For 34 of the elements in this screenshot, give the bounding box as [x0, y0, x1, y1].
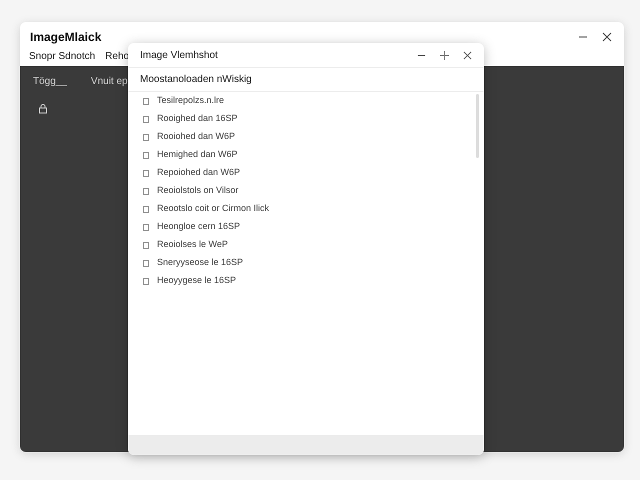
file-icon: [143, 224, 149, 230]
list-item[interactable]: Rooighed dan 16SP: [128, 110, 484, 128]
list-item[interactable]: Rooiohed dan W6P: [128, 128, 484, 146]
list-item[interactable]: Heongloe cern 16SP: [128, 218, 484, 236]
file-icon: [143, 98, 149, 104]
list-item[interactable]: Repoiohed dan W6P: [128, 164, 484, 182]
menu-item[interactable]: Snopr Sdnotch: [29, 48, 96, 64]
list-item[interactable]: Reoiolses le WeP: [128, 236, 484, 254]
file-icon: [143, 188, 149, 194]
close-icon[interactable]: [463, 50, 472, 60]
lock-icon[interactable]: [38, 103, 48, 114]
list-item[interactable]: Tesilrepolzs.n.lre: [128, 92, 484, 110]
list-item[interactable]: Sneryyseose le 16SP: [128, 254, 484, 272]
list-item[interactable]: Reoiolstols on Vilsor: [128, 182, 484, 200]
tab[interactable]: Tögg__: [33, 74, 67, 89]
file-icon: [143, 116, 149, 122]
file-icon: [143, 242, 149, 248]
file-icon: [143, 260, 149, 266]
file-icon: [143, 134, 149, 140]
file-icon: [143, 170, 149, 176]
file-icon: [143, 206, 149, 212]
list-item[interactable]: Hemighed dan W6P: [128, 146, 484, 164]
file-icon: [143, 152, 149, 158]
dialog-title: Image Vlemhshot: [140, 48, 218, 62]
move-icon[interactable]: [440, 50, 449, 60]
list-header: Moostanoloaden nWiskig: [140, 73, 252, 87]
tab[interactable]: Vnuit ep: [90, 74, 128, 89]
menu-item[interactable]: Reho: [105, 48, 130, 64]
list-item[interactable]: Reootslo coit or Cirmon Ilick: [128, 200, 484, 218]
close-icon[interactable]: [602, 32, 612, 42]
list-item[interactable]: Heoyygese le 16SP: [128, 272, 484, 290]
file-icon: [143, 278, 149, 284]
scrollbar[interactable]: [476, 94, 479, 158]
window-title: ImageMlaick: [30, 29, 102, 46]
